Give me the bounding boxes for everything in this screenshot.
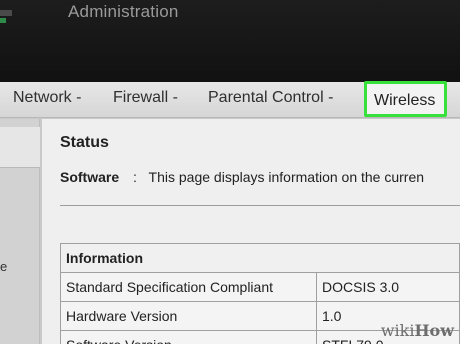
logo-icon	[0, 0, 14, 23]
main-content: Status Software : This page displays inf…	[42, 119, 460, 344]
software-description: Software : This page displays informatio…	[60, 169, 424, 185]
wikihow-watermark: wikiHow	[381, 321, 454, 340]
sidebar-divider	[0, 167, 40, 168]
watermark-prefix: wiki	[380, 321, 415, 340]
sidebar-item-selected[interactable]	[0, 127, 40, 167]
software-separator: :	[133, 169, 137, 185]
watermark-suffix: How	[414, 321, 454, 340]
row-key: Standard Specification Compliant	[60, 272, 317, 302]
row-key: Hardware Version	[60, 301, 317, 331]
software-label: Software	[60, 169, 120, 185]
table-header-row: Information	[60, 243, 460, 273]
row-value: DOCSIS 3.0	[316, 272, 460, 302]
nav-network[interactable]: Network -	[13, 89, 81, 107]
row-key: Software Version	[60, 330, 317, 344]
software-desc-text: This page displays information on the cu…	[148, 169, 425, 185]
sidebar-item-label[interactable]: e	[0, 259, 7, 274]
nav-wireless[interactable]: Wireless	[364, 81, 447, 117]
nav-firewall[interactable]: Firewall -	[113, 89, 178, 107]
top-header-bar: Administration	[0, 0, 460, 82]
sidebar: e	[0, 119, 40, 344]
table-header: Information	[60, 243, 460, 273]
page-title: Status	[60, 134, 109, 151]
table-row: Standard Specification Compliant DOCSIS …	[60, 272, 460, 302]
app-title: Administration	[68, 2, 179, 21]
nav-parental-control[interactable]: Parental Control -	[208, 89, 333, 107]
divider	[60, 205, 460, 206]
